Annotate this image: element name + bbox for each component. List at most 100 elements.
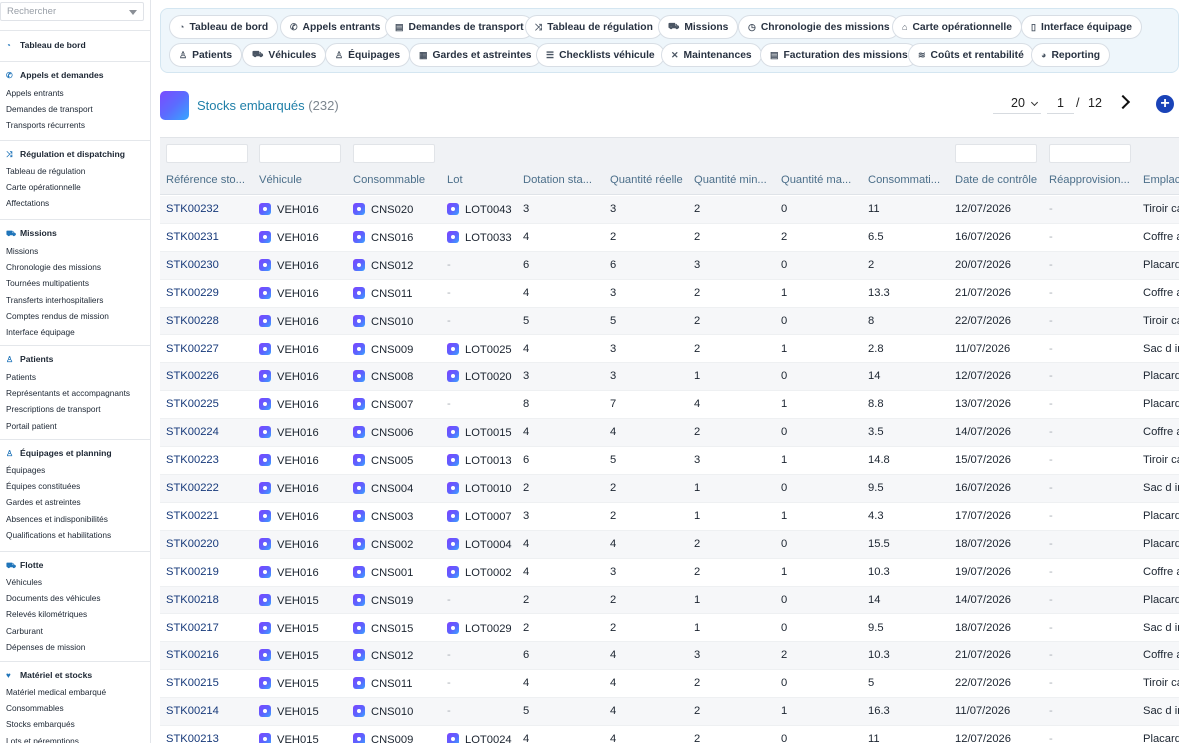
chevron-down-icon[interactable] xyxy=(129,10,137,15)
cell-lot[interactable]: LOT0024 xyxy=(447,733,519,743)
sidebar-section-2[interactable]: ✆ Appels et demandes xyxy=(6,70,104,80)
sidebar-section-8[interactable]: ♥ Matériel et stocks xyxy=(6,670,92,680)
cell-consumable[interactable]: CNS011 xyxy=(353,286,443,300)
sidebar-item[interactable]: Interface équipage xyxy=(6,327,75,337)
sidebar-item[interactable]: Représentants et accompagnants xyxy=(6,388,130,398)
sidebar-item[interactable]: Véhicules xyxy=(6,577,42,587)
cell-ref[interactable]: STK00219 xyxy=(166,566,246,578)
column-header[interactable]: Quantité min... xyxy=(694,174,776,186)
table-row[interactable]: STK00222 VEH016 CNS004 LOT0010 2 2 1 0 9.5 16/07/… xyxy=(160,475,1179,503)
table-row[interactable]: STK00224 VEH016 CNS006 LOT0015 4 4 2 0 3.5 14/07/… xyxy=(160,419,1179,448)
cell-consumable[interactable]: CNS012 xyxy=(353,649,443,662)
sidebar-item[interactable]: Stocks embarqués xyxy=(6,719,75,729)
cell-ref[interactable]: STK00222 xyxy=(166,482,246,494)
cell-ref[interactable]: STK00230 xyxy=(166,259,246,271)
cell-vehicle[interactable]: VEH015 xyxy=(259,677,349,690)
cell-vehicle[interactable]: VEH016 xyxy=(259,509,349,523)
column-header[interactable]: Emplac xyxy=(1143,174,1179,186)
table-row[interactable]: STK00221 VEH016 CNS003 LOT0007 3 2 1 1 4.3 17/07/… xyxy=(160,503,1179,531)
table-row[interactable]: STK00232 VEH016 CNS020 LOT0043 3 3 2 0 11 12/07/2… xyxy=(160,196,1179,224)
table-row[interactable]: STK00213 VEH015 CNS009 LOT0024 4 4 2 0 11 12/07/2… xyxy=(160,726,1179,743)
cell-consumable[interactable]: CNS004 xyxy=(353,482,443,495)
column-header[interactable]: Consommati... xyxy=(868,174,950,186)
cell-consumable[interactable]: CNS009 xyxy=(353,733,443,743)
sidebar-item[interactable]: Tournées multipatients xyxy=(6,278,89,288)
sidebar-item[interactable]: Demandes de transport xyxy=(6,104,93,114)
sidebar-item[interactable]: Carte opérationnelle xyxy=(6,182,81,192)
nav-tab-4[interactable]: ⤨ Tableau de régulation xyxy=(525,15,663,39)
table-row[interactable]: STK00215 VEH015 CNS011 - 4 4 2 0 5 22/07/2026 - Tir… xyxy=(160,670,1179,699)
cell-vehicle[interactable]: VEH016 xyxy=(259,258,349,272)
cell-lot[interactable]: LOT0025 xyxy=(447,342,519,356)
cell-consumable[interactable]: CNS002 xyxy=(353,537,443,551)
column-filter-input[interactable] xyxy=(955,144,1037,163)
sidebar-section-5[interactable]: ♙ Patients xyxy=(6,354,53,364)
cell-vehicle[interactable]: VEH016 xyxy=(259,565,349,579)
sidebar-item[interactable]: Qualifications et habilitations xyxy=(6,530,111,540)
table-row[interactable]: STK00220 VEH016 CNS002 LOT0004 4 4 2 0 15.5 18/07… xyxy=(160,530,1179,559)
cell-lot[interactable]: LOT0004 xyxy=(447,537,519,551)
sidebar-item[interactable]: Tableau de régulation xyxy=(6,166,85,176)
cell-consumable[interactable]: CNS007 xyxy=(353,398,443,411)
sidebar-item[interactable]: Équipages xyxy=(6,465,45,475)
sidebar-item[interactable]: Comptes rendus de mission xyxy=(6,311,109,321)
nav-tab-15[interactable]: ▤ Facturation des missions xyxy=(760,43,918,67)
nav-tab-5[interactable]: ⛟ Missions xyxy=(658,15,739,39)
cell-lot[interactable]: LOT0033 xyxy=(447,230,519,244)
cell-ref[interactable]: STK00220 xyxy=(166,538,246,550)
table-row[interactable]: STK00219 VEH016 CNS001 LOT0002 4 3 2 1 10.3 19/07… xyxy=(160,559,1179,587)
sidebar-section-4[interactable]: ⛟ Missions xyxy=(6,228,57,239)
cell-vehicle[interactable]: VEH016 xyxy=(259,537,349,551)
table-row[interactable]: STK00228 VEH016 CNS010 - 5 5 2 0 8 22/07/2026 - Tir… xyxy=(160,307,1179,336)
cell-consumable[interactable]: CNS010 xyxy=(353,705,443,718)
cell-vehicle[interactable]: VEH016 xyxy=(259,230,349,244)
table-row[interactable]: STK00216 VEH015 CNS012 - 6 4 3 2 10.3 21/07/2026 -… xyxy=(160,642,1179,671)
sidebar-section-1[interactable]: ◔ Tableau de bord xyxy=(6,40,86,50)
cell-vehicle[interactable]: VEH016 xyxy=(259,203,349,216)
nav-tab-16[interactable]: ≋ Coûts et rentabilité xyxy=(908,43,1034,67)
cell-ref[interactable]: STK00215 xyxy=(166,677,246,689)
cell-vehicle[interactable]: VEH015 xyxy=(259,649,349,662)
cell-vehicle[interactable]: VEH016 xyxy=(259,286,349,300)
column-header[interactable]: Réapprovision... xyxy=(1049,174,1139,186)
cell-consumable[interactable]: CNS010 xyxy=(353,314,443,328)
column-filter-input[interactable] xyxy=(259,144,341,163)
cell-vehicle[interactable]: VEH016 xyxy=(259,370,349,383)
cell-ref[interactable]: STK00225 xyxy=(166,398,246,410)
cell-vehicle[interactable]: VEH015 xyxy=(259,621,349,635)
page-input[interactable]: 1 xyxy=(1047,93,1074,114)
nav-tab-7[interactable]: ⌂ Carte opérationnelle xyxy=(892,15,1022,39)
cell-lot[interactable]: LOT0015 xyxy=(447,426,519,439)
cell-consumable[interactable]: CNS019 xyxy=(353,593,443,607)
column-header[interactable]: Consommable xyxy=(353,174,443,186)
cell-ref[interactable]: STK00232 xyxy=(166,203,246,215)
cell-vehicle[interactable]: VEH015 xyxy=(259,705,349,718)
cell-vehicle[interactable]: VEH016 xyxy=(259,342,349,356)
sidebar-item[interactable]: Matériel medical embarqué xyxy=(6,687,106,697)
nav-tab-14[interactable]: ✕ Maintenances xyxy=(661,43,762,67)
sidebar-item[interactable]: Appels entrants xyxy=(6,88,64,98)
sidebar-item[interactable]: Portail patient xyxy=(6,421,57,431)
cell-consumable[interactable]: CNS015 xyxy=(353,621,443,635)
sidebar-item[interactable]: Transports récurrents xyxy=(6,120,85,130)
column-filter-input[interactable] xyxy=(166,144,248,163)
table-row[interactable]: STK00226 VEH016 CNS008 LOT0020 3 3 1 0 14 12/07/2… xyxy=(160,363,1179,392)
table-row[interactable]: STK00231 VEH016 CNS016 LOT0033 4 2 2 2 6.5 16/07/… xyxy=(160,224,1179,252)
cell-ref[interactable]: STK00231 xyxy=(166,231,246,243)
cell-consumable[interactable]: CNS008 xyxy=(353,370,443,383)
cell-consumable[interactable]: CNS006 xyxy=(353,426,443,439)
cell-vehicle[interactable]: VEH016 xyxy=(259,426,349,439)
add-record-button[interactable]: + xyxy=(1156,95,1174,113)
column-header[interactable]: Quantité réelle xyxy=(610,174,690,186)
cell-lot[interactable]: LOT0020 xyxy=(447,370,519,383)
cell-ref[interactable]: STK00217 xyxy=(166,622,246,634)
cell-lot[interactable]: LOT0029 xyxy=(447,621,519,635)
cell-lot[interactable]: LOT0007 xyxy=(447,509,519,523)
sidebar-item[interactable]: Patients xyxy=(6,372,36,382)
cell-ref[interactable]: STK00214 xyxy=(166,705,246,717)
cell-consumable[interactable]: CNS020 xyxy=(353,203,443,216)
cell-ref[interactable]: STK00229 xyxy=(166,287,246,299)
table-row[interactable]: STK00217 VEH015 CNS015 LOT0029 2 2 1 0 9.5 18/07/… xyxy=(160,615,1179,643)
nav-tab-2[interactable]: ✆ Appels entrants xyxy=(280,15,391,39)
cell-ref[interactable]: STK00213 xyxy=(166,733,246,743)
